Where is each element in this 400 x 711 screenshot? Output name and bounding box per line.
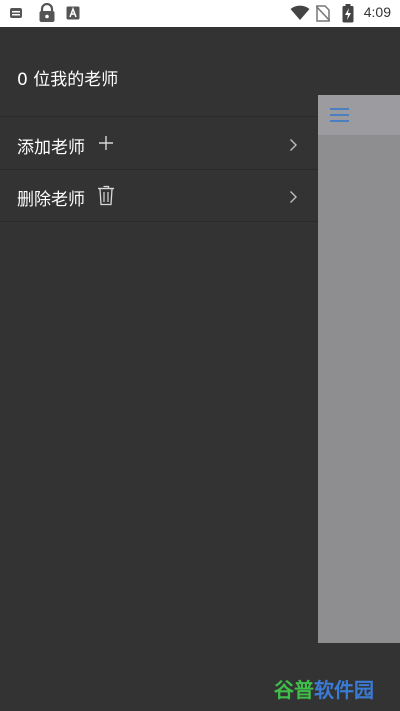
wifi-icon (290, 5, 310, 25)
no-sim-icon (315, 5, 331, 26)
main-content-panel[interactable] (318, 95, 400, 643)
hamburger-menu-icon[interactable] (330, 107, 350, 127)
drawer-header: 0 位我的老师 (0, 27, 318, 117)
add-teacher-label: 添加老师 (17, 138, 85, 158)
lock-icon (38, 2, 56, 27)
delete-teacher-label: 删除老师 (17, 190, 85, 210)
status-bar: 4:09 (0, 0, 400, 27)
trash-icon (97, 184, 115, 210)
sim-icon (9, 5, 23, 24)
status-time: 4:09 (363, 4, 391, 20)
navigation-drawer: 0 位我的老师 添加老师 删除老师 (0, 27, 318, 711)
battery-charging-icon (342, 4, 354, 27)
chevron-right-icon (289, 137, 298, 156)
watermark: 谷普软件园 (274, 674, 374, 703)
plus-icon (98, 135, 114, 155)
my-teachers-count: 0 位我的老师 (17, 70, 119, 90)
chevron-right-icon (289, 189, 298, 208)
delete-teacher-item[interactable]: 删除老师 (0, 170, 318, 222)
main-toolbar (318, 95, 400, 135)
add-teacher-item[interactable]: 添加老师 (0, 118, 318, 170)
watermark-part-1: 谷普 (274, 678, 314, 702)
watermark-part-2: 软件园 (314, 678, 374, 702)
keyboard-a-icon (66, 5, 80, 24)
